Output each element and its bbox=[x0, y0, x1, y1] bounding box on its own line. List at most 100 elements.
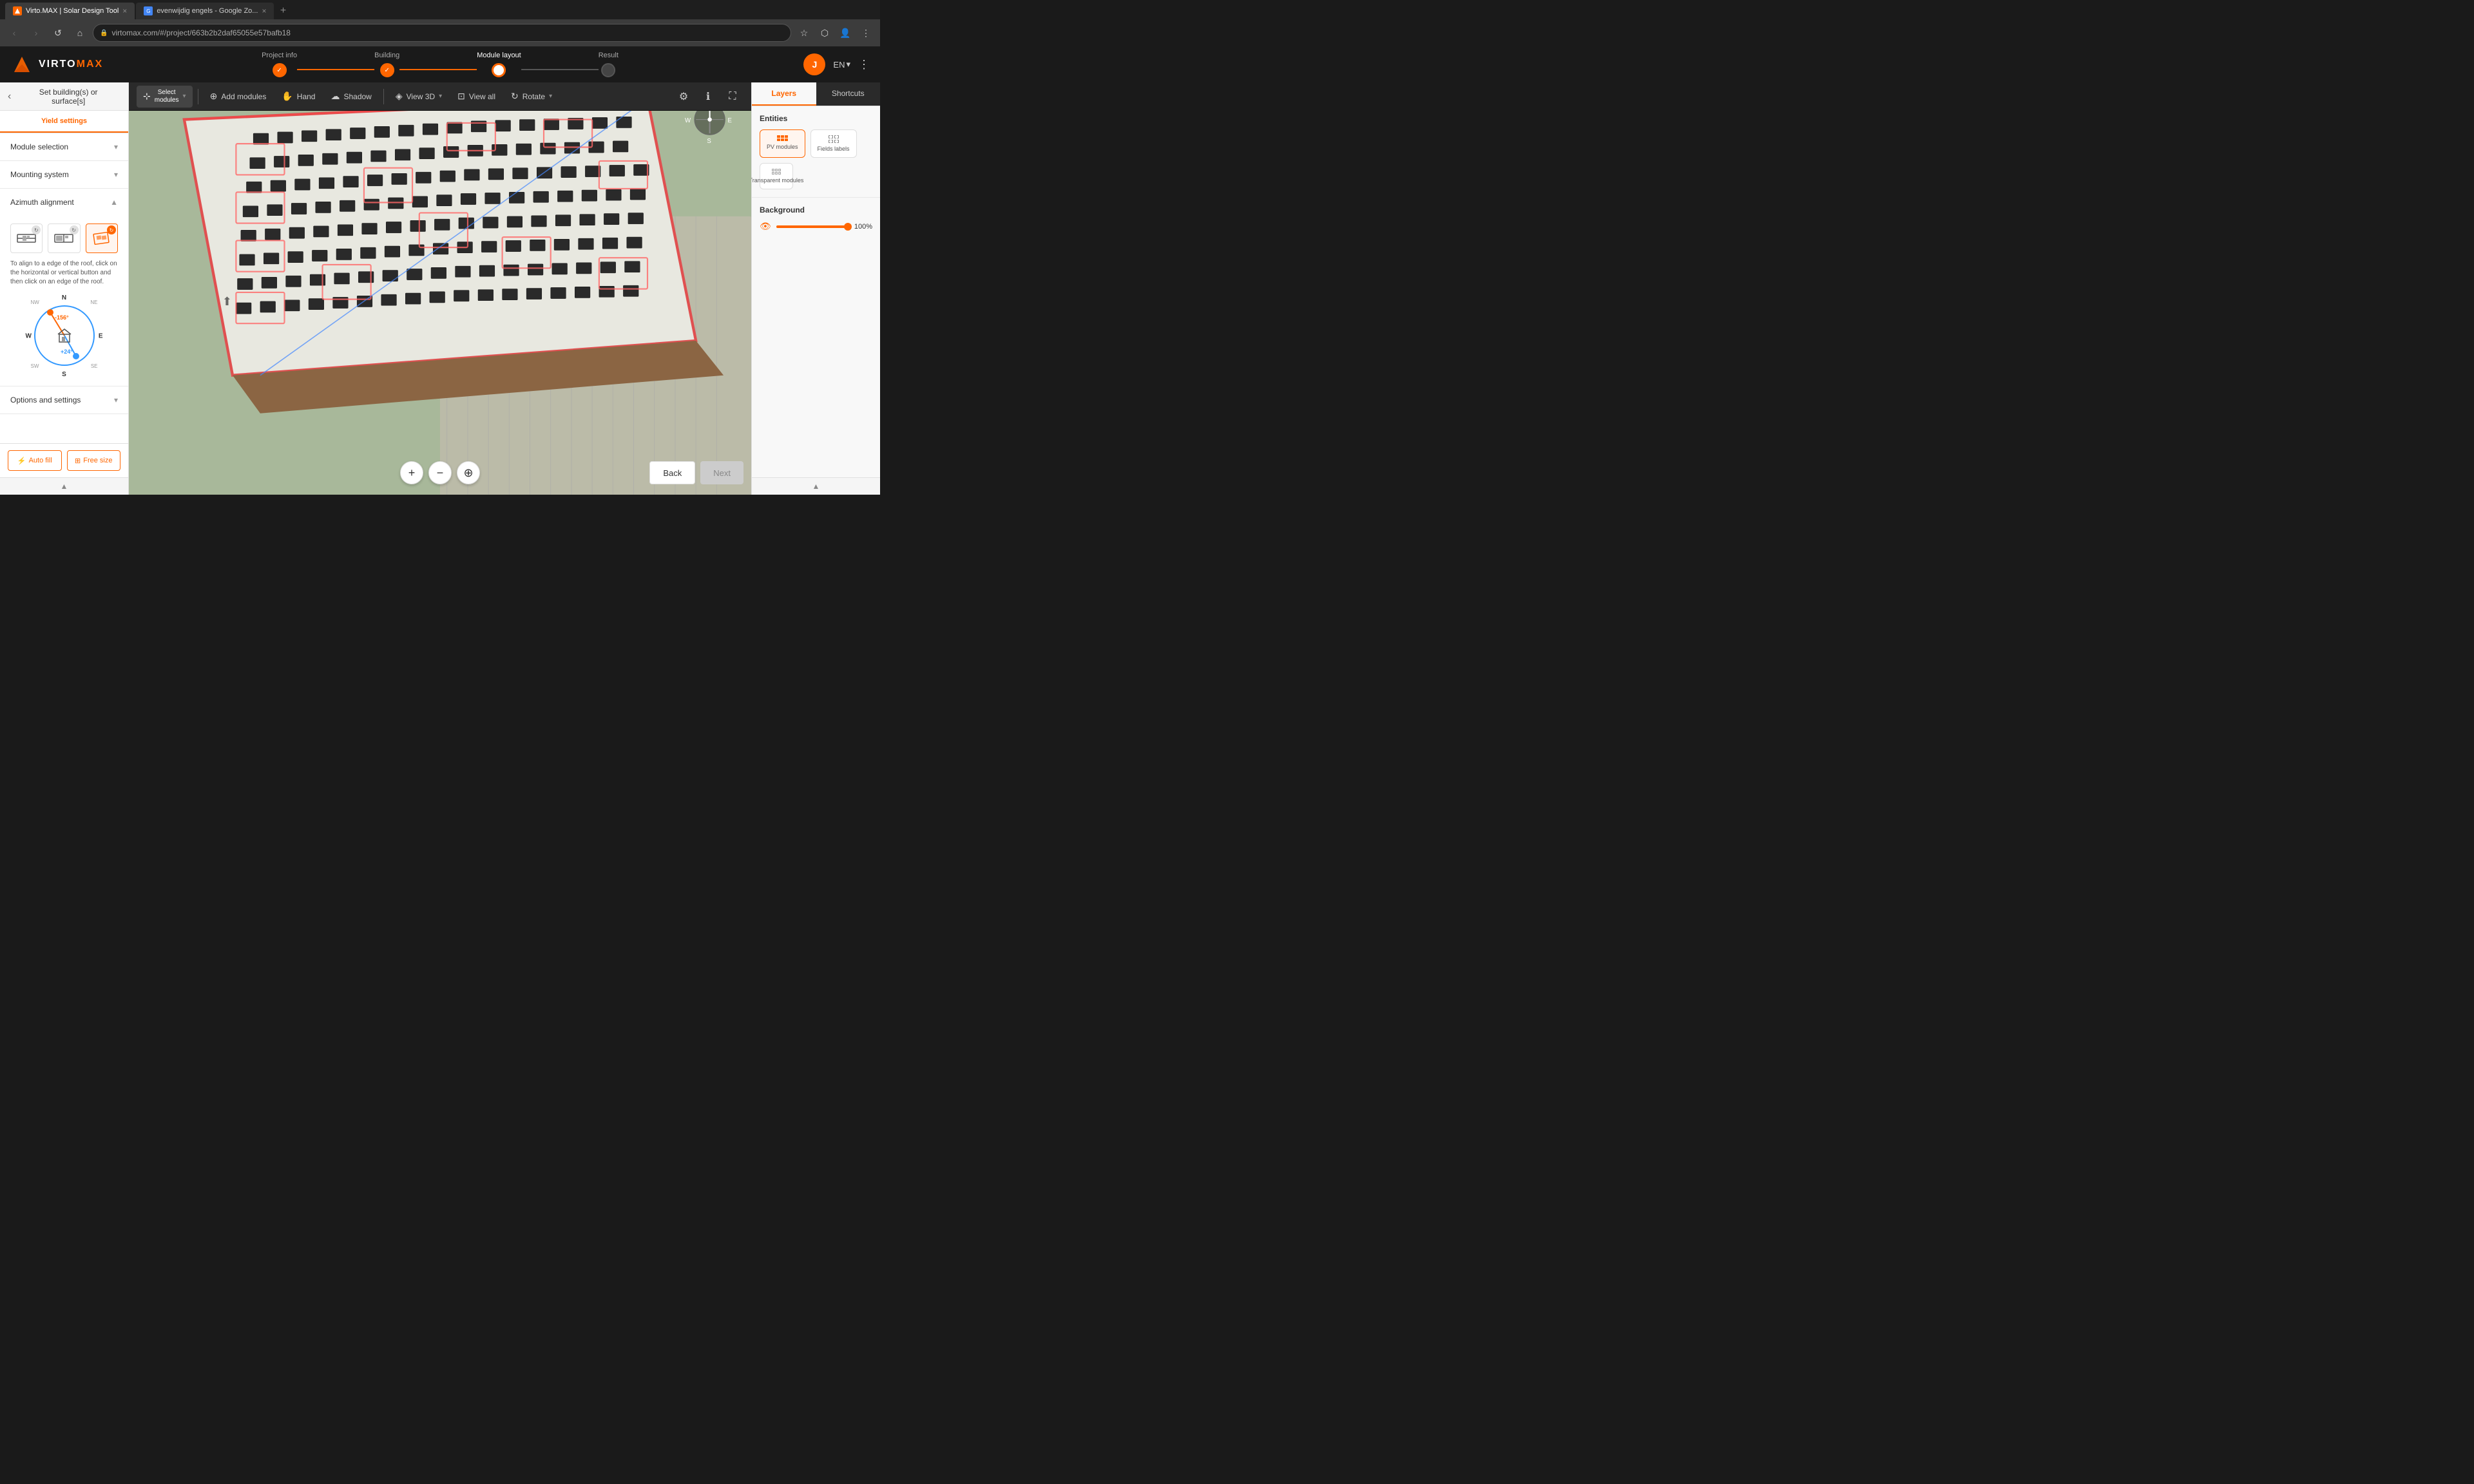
profile-button[interactable]: 👤 bbox=[836, 24, 854, 42]
info-icon-button[interactable]: ℹ bbox=[697, 86, 719, 108]
free-size-button[interactable]: ⊞ Free size bbox=[67, 450, 121, 471]
header-menu-button[interactable]: ⋮ bbox=[858, 58, 870, 71]
options-settings-chevron-icon: ▾ bbox=[114, 395, 118, 404]
collapse-icon: ▲ bbox=[61, 482, 68, 491]
azimuth-btn-diagonal[interactable]: ↻ bbox=[86, 224, 118, 253]
view3d-button[interactable]: ◈ View 3D ▾ bbox=[389, 86, 448, 108]
transparent-modules-label: Transparent modules bbox=[749, 177, 804, 184]
step4-label: Result bbox=[599, 52, 618, 59]
settings-button[interactable]: ⋮ bbox=[857, 24, 875, 42]
rotate-chevron-icon: ▾ bbox=[549, 93, 552, 100]
fields-labels-entity-button[interactable]: Fields labels bbox=[810, 129, 857, 158]
opacity-row: 👁 100% bbox=[760, 221, 872, 232]
browser-tabs: Virto.MAX | Solar Design Tool × G evenwi… bbox=[0, 0, 880, 19]
opacity-slider[interactable] bbox=[776, 225, 849, 228]
lang-selector[interactable]: EN ▾ bbox=[833, 59, 850, 70]
options-settings-header[interactable]: Options and settings ▾ bbox=[0, 386, 128, 414]
section-mounting-system: Mounting system ▾ bbox=[0, 161, 128, 189]
module-selection-header[interactable]: Module selection ▾ bbox=[0, 133, 128, 160]
back-nav-button[interactable]: Back bbox=[649, 461, 695, 484]
compass-west-label: W bbox=[26, 333, 32, 340]
view-all-label: View all bbox=[469, 92, 495, 101]
step3-label: Module layout bbox=[477, 52, 521, 59]
auto-fill-label: Auto fill bbox=[29, 457, 52, 464]
azimuth-alignment-title: Azimuth alignment bbox=[10, 198, 74, 207]
step3-circle bbox=[492, 63, 506, 77]
bookmark-button[interactable]: ☆ bbox=[795, 24, 813, 42]
browser-tab-1[interactable]: Virto.MAX | Solar Design Tool × bbox=[5, 3, 135, 19]
opacity-thumb bbox=[844, 223, 852, 231]
hand-button[interactable]: ✋ Hand bbox=[275, 86, 321, 108]
view-all-button[interactable]: ⊡ View all bbox=[451, 86, 502, 108]
auto-fill-button[interactable]: ⚡ Auto fill bbox=[8, 450, 62, 471]
shadow-label: Shadow bbox=[343, 92, 371, 101]
address-text: virtomax.com/#/project/663b2b2daf65055e5… bbox=[111, 28, 784, 37]
section-azimuth-alignment: Azimuth alignment ▲ ↻ bbox=[0, 189, 128, 386]
free-size-label: Free size bbox=[83, 457, 112, 464]
mounting-system-header[interactable]: Mounting system ▾ bbox=[0, 161, 128, 188]
settings-icon-button[interactable]: ⚙ bbox=[673, 86, 695, 108]
tab2-close[interactable]: × bbox=[262, 6, 266, 15]
yield-settings-tab[interactable]: Yield settings bbox=[0, 111, 128, 133]
visibility-toggle-button[interactable]: 👁 bbox=[760, 221, 771, 232]
tab1-favicon bbox=[13, 6, 22, 15]
progress-step-building: Building ✓ bbox=[374, 52, 399, 77]
compass-east-label: E bbox=[99, 333, 103, 340]
rotate-icon: ↻ bbox=[511, 91, 519, 102]
extensions-button[interactable]: ⬡ bbox=[816, 24, 834, 42]
azimuth-btn-edge[interactable]: ↻ bbox=[48, 224, 80, 253]
new-tab-button[interactable]: + bbox=[275, 3, 291, 19]
opacity-value-label: 100% bbox=[854, 223, 872, 231]
locate-button[interactable]: ⊕ bbox=[457, 461, 480, 484]
layers-tab[interactable]: Layers bbox=[752, 82, 816, 106]
view3d-chevron-icon: ▾ bbox=[439, 93, 442, 100]
add-modules-button[interactable]: ⊕ Add modules bbox=[204, 86, 273, 108]
select-modules-button[interactable]: ⊹ Select modules ▾ bbox=[137, 86, 193, 108]
tab2-favicon: G bbox=[144, 6, 153, 15]
svg-text:+24°: +24° bbox=[61, 348, 73, 355]
user-avatar[interactable]: J bbox=[803, 53, 825, 75]
azimuth-alignment-header[interactable]: Azimuth alignment ▲ bbox=[0, 189, 128, 216]
layers-tab-label: Layers bbox=[771, 89, 796, 98]
zoom-out-button[interactable]: − bbox=[428, 461, 452, 484]
view-all-icon: ⊡ bbox=[457, 91, 465, 102]
pv-modules-entity-button[interactable]: PV modules bbox=[760, 129, 805, 158]
back-arrow-icon: ‹ bbox=[8, 91, 11, 102]
sidebar-collapse-button[interactable]: ▲ bbox=[0, 477, 128, 495]
browser-chrome: Virto.MAX | Solar Design Tool × G evenwi… bbox=[0, 0, 880, 46]
browser-tab-2[interactable]: G evenwijdig engels - Google Zo... × bbox=[136, 3, 274, 19]
home-button[interactable]: ⌂ bbox=[71, 24, 89, 42]
azimuth-btn-horizontal[interactable]: ↻ bbox=[10, 224, 43, 253]
lang-text: EN bbox=[833, 60, 845, 70]
view3d-icon: ◈ bbox=[396, 91, 403, 102]
tab1-close[interactable]: × bbox=[122, 6, 127, 15]
fullscreen-icon-button[interactable]: ⛶ bbox=[722, 86, 743, 108]
background-title: Background bbox=[760, 205, 872, 214]
main-area: ‹ Set building(s) orsurface[s] Yield set… bbox=[0, 82, 880, 495]
shadow-button[interactable]: ☁ Shadow bbox=[324, 86, 378, 108]
toolbar-divider-2 bbox=[383, 89, 384, 104]
back-button[interactable]: ‹ bbox=[5, 24, 23, 42]
zoom-in-button[interactable]: + bbox=[400, 461, 423, 484]
rotate-button[interactable]: ↻ Rotate ▾ bbox=[504, 86, 559, 108]
refresh-button[interactable]: ↺ bbox=[49, 24, 67, 42]
right-panel-empty-space bbox=[752, 240, 880, 477]
forward-button[interactable]: › bbox=[27, 24, 45, 42]
compass-north-label: N bbox=[62, 294, 66, 301]
address-bar[interactable]: 🔒 virtomax.com/#/project/663b2b2daf65055… bbox=[93, 24, 791, 42]
azimuth-buttons: ↻ ↻ bbox=[10, 224, 118, 253]
hand-icon: ✋ bbox=[282, 91, 292, 102]
back-to-buildings-button[interactable]: ‹ Set building(s) orsurface[s] bbox=[0, 82, 128, 111]
progress-line-3 bbox=[521, 69, 599, 70]
entities-title: Entities bbox=[760, 114, 872, 123]
right-panel-collapse-button[interactable]: ▲ bbox=[752, 477, 880, 495]
browser-toolbar-actions: ☆ ⬡ 👤 ⋮ bbox=[795, 24, 875, 42]
step1-label: Project info bbox=[262, 52, 297, 59]
progress-step-project-info: Project info ✓ bbox=[262, 52, 297, 77]
step2-label: Building bbox=[374, 52, 399, 59]
shortcuts-tab[interactable]: Shortcuts bbox=[816, 82, 881, 106]
fields-labels-label: Fields labels bbox=[818, 146, 850, 152]
transparent-modules-entity-button[interactable]: Transparent modules bbox=[760, 163, 793, 189]
right-panel-tabs: Layers Shortcuts bbox=[752, 82, 880, 106]
logo-max: MAX bbox=[77, 59, 104, 70]
